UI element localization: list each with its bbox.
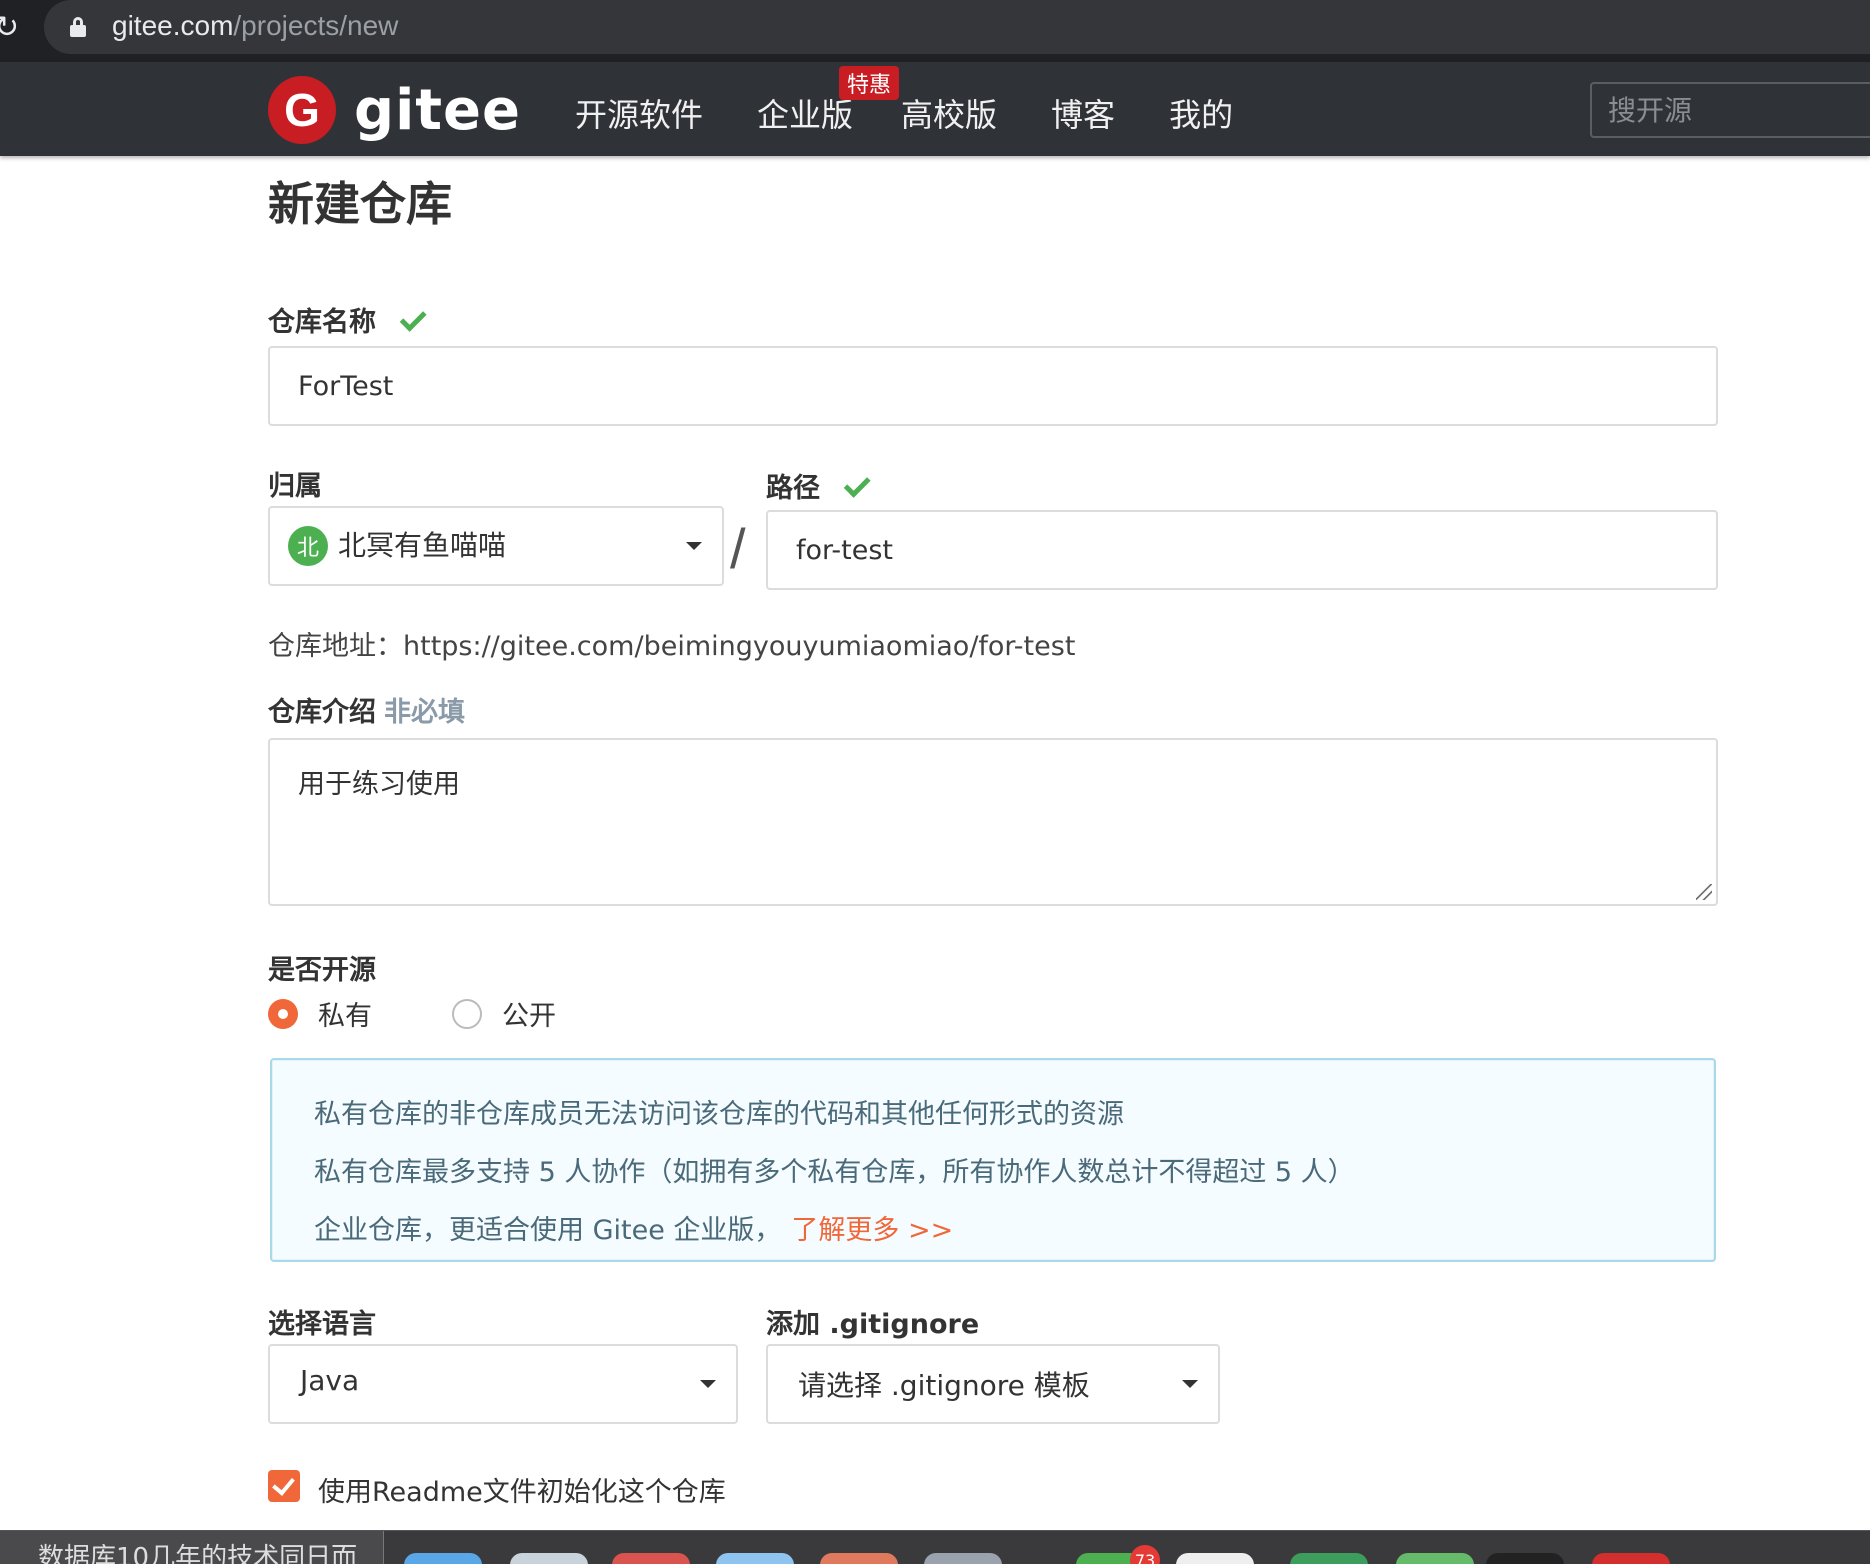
owner-select[interactable]: 北 北冥有鱼喵喵 xyxy=(268,506,724,586)
search-input[interactable] xyxy=(1592,84,1870,136)
main-nav: 开源软件 企业版 特惠 高校版 博客 我的 xyxy=(575,66,1287,136)
app-icon[interactable] xyxy=(1396,1553,1474,1564)
nav-open-source[interactable]: 开源软件 xyxy=(575,90,703,136)
path-field xyxy=(766,510,1718,590)
nav-label: 高校版 xyxy=(901,96,998,134)
nav-blog[interactable]: 博客 xyxy=(1051,90,1115,136)
page-title: 新建仓库 xyxy=(268,177,452,231)
readme-checkbox-label[interactable]: 使用Readme文件初始化这个仓库 xyxy=(318,1470,726,1509)
intro-label-text: 仓库介绍 xyxy=(268,697,376,728)
intro-field: 用于练习使用 xyxy=(268,738,1718,906)
private-info-box: 私有仓库的非仓库成员无法访问该仓库的代码和其他任何形式的资源 私有仓库最多支持 … xyxy=(270,1058,1716,1262)
calendar-icon[interactable] xyxy=(820,1553,898,1564)
reload-icon[interactable]: ↻ xyxy=(0,10,19,45)
intro-label: 仓库介绍 非必填 xyxy=(268,690,465,729)
repo-name-label: 仓库名称 xyxy=(268,300,428,339)
clock-icon[interactable] xyxy=(924,1553,1002,1564)
radio-private-label[interactable]: 私有 xyxy=(318,994,372,1033)
chrome-icon[interactable] xyxy=(612,1553,690,1564)
path-label-text: 路径 xyxy=(766,473,820,504)
dock-window-title: 数据库10几年的技术同日而 xyxy=(38,1543,358,1564)
radio-public-label[interactable]: 公开 xyxy=(502,994,556,1033)
repo-address: 仓库地址：https://gitee.com/beimingyouyumiaom… xyxy=(268,631,1076,662)
optional-hint: 非必填 xyxy=(384,697,465,728)
app-icon-red[interactable] xyxy=(1592,1553,1670,1564)
nav-education[interactable]: 高校版 xyxy=(901,90,997,136)
terminal-icon[interactable] xyxy=(1486,1553,1564,1564)
repo-name-input[interactable] xyxy=(270,348,1716,424)
promo-badge: 特惠 xyxy=(839,66,900,100)
info-line: 私有仓库的非仓库成员无法访问该仓库的代码和其他任何形式的资源 xyxy=(314,1099,1124,1130)
language-value: Java xyxy=(300,1364,360,1397)
language-select[interactable]: Java xyxy=(268,1344,738,1424)
nav-label: 开源软件 xyxy=(575,96,704,134)
chevron-down-icon xyxy=(686,542,702,550)
notification-badge: 73 xyxy=(1130,1545,1160,1564)
owner-avatar: 北 xyxy=(288,526,328,566)
nav-mine[interactable]: 我的 xyxy=(1169,90,1233,136)
search-box xyxy=(1590,82,1870,138)
owner-label: 归属 xyxy=(268,471,322,502)
numbers-icon[interactable] xyxy=(1290,1553,1368,1564)
open-source-label: 是否开源 xyxy=(268,955,376,986)
info-line: 私有仓库最多支持 5 人协作（如拥有多个私有仓库，所有协作人数总计不得超过 5 … xyxy=(314,1157,1355,1188)
radio-private[interactable] xyxy=(268,998,298,1029)
repo-name-label-text: 仓库名称 xyxy=(268,307,376,338)
site-header: G gitee 开源软件 企业版 特惠 高校版 博客 我的 xyxy=(0,62,1870,156)
nav-label: 我的 xyxy=(1169,96,1234,134)
url-path: /projects/new xyxy=(233,10,399,41)
os-dock: 数据库10几年的技术同日而 73 xyxy=(0,1530,1870,1564)
info-line-text: 企业仓库，更适合使用 Gitee 企业版， xyxy=(314,1215,782,1246)
learn-more-link[interactable]: 了解更多 >> xyxy=(791,1215,953,1246)
url-text[interactable]: gitee.com/projects/new xyxy=(112,10,398,42)
check-icon xyxy=(399,304,427,332)
path-input[interactable] xyxy=(768,512,1716,588)
nav-label: 企业版 xyxy=(757,96,854,134)
radio-public[interactable] xyxy=(452,998,482,1029)
intro-textarea[interactable]: 用于练习使用 xyxy=(270,740,1716,904)
nav-label: 博客 xyxy=(1051,96,1116,134)
gitee-logo-text: gitee xyxy=(354,77,522,143)
finder-icon[interactable] xyxy=(404,1553,482,1564)
address-bar[interactable]: gitee.com/projects/new xyxy=(44,0,1870,54)
path-separator: / xyxy=(730,517,746,580)
gitee-logo-icon: G xyxy=(268,76,336,144)
browser-toolbar: ↻ gitee.com/projects/new xyxy=(0,0,1870,62)
path-label: 路径 xyxy=(766,466,872,505)
launchpad-icon[interactable] xyxy=(510,1553,588,1564)
lock-icon[interactable] xyxy=(70,17,86,37)
chevron-down-icon xyxy=(700,1380,716,1388)
gitignore-value: 请选择 .gitignore 模板 xyxy=(798,1369,1090,1402)
dock-window-preview[interactable]: 数据库10几年的技术同日而 xyxy=(0,1531,384,1564)
gitee-logo[interactable]: G gitee xyxy=(268,76,521,144)
info-line: 企业仓库，更适合使用 Gitee 企业版， 了解更多 >> xyxy=(314,1202,1672,1260)
check-icon xyxy=(843,470,871,498)
nav-enterprise[interactable]: 企业版 特惠 xyxy=(757,66,900,136)
notes-icon[interactable] xyxy=(1176,1553,1254,1564)
owner-name: 北冥有鱼喵喵 xyxy=(338,529,507,562)
safari-icon[interactable] xyxy=(716,1553,794,1564)
url-host: gitee.com xyxy=(112,10,234,41)
gitignore-select[interactable]: 请选择 .gitignore 模板 xyxy=(766,1344,1220,1424)
gitignore-label: 添加 .gitignore xyxy=(766,1309,980,1340)
repo-name-field xyxy=(268,346,1718,426)
visibility-radio-group: 私有 公开 xyxy=(268,994,636,1033)
chevron-down-icon xyxy=(1182,1380,1198,1388)
readme-checkbox[interactable] xyxy=(268,1470,300,1502)
resize-handle-icon[interactable] xyxy=(1696,884,1712,900)
language-label: 选择语言 xyxy=(268,1309,376,1340)
